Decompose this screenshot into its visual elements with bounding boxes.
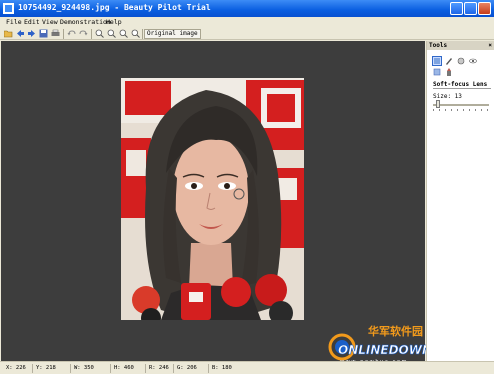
- watermark-brand: ONLINEDOWN: [338, 343, 432, 357]
- status-divider: [32, 364, 33, 373]
- tools-panel: Tools × Soft-focus Lens Size: 13: [426, 41, 494, 361]
- status-divider: [173, 364, 174, 373]
- open-icon[interactable]: [4, 29, 13, 38]
- zoom-out-icon[interactable]: [107, 29, 116, 38]
- brush-tool-icon[interactable]: [445, 57, 453, 65]
- app-icon: [3, 3, 14, 14]
- original-image-button[interactable]: Original image: [144, 29, 201, 39]
- tools-title: Tools: [429, 42, 448, 49]
- toolbar: Original image: [0, 28, 494, 40]
- status-divider: [208, 364, 209, 373]
- title-bar: 10754492_924498.jpg - Beauty Pilot Trial: [0, 0, 494, 17]
- status-g: G: 206: [177, 365, 197, 371]
- back-icon[interactable]: [16, 29, 25, 38]
- status-divider: [70, 364, 71, 373]
- tools-close-icon[interactable]: ×: [488, 42, 492, 49]
- status-y: Y: 218: [36, 365, 56, 371]
- menu-demonstration[interactable]: Demonstration: [60, 18, 111, 26]
- forward-icon[interactable]: [27, 29, 36, 38]
- status-h: H: 460: [114, 365, 134, 371]
- lipstick-tool-icon[interactable]: [445, 68, 453, 76]
- zoom-fit-icon[interactable]: [119, 29, 128, 38]
- status-r: R: 246: [149, 365, 169, 371]
- menu-view[interactable]: View: [42, 18, 58, 26]
- watermark-chinese: 华军软件园: [368, 324, 423, 338]
- size-slider-track[interactable]: [433, 104, 489, 106]
- zoom-actual-icon[interactable]: [131, 29, 140, 38]
- status-bar: X: 226 Y: 218 W: 350 H: 460 R: 246 G: 20…: [0, 361, 494, 374]
- toolbar-separator: [91, 29, 92, 39]
- size-slider-thumb[interactable]: [436, 100, 440, 108]
- portrait-illustration: [121, 78, 304, 320]
- maximize-button[interactable]: [464, 2, 477, 15]
- status-divider: [145, 364, 146, 373]
- soft-focus-tool-icon[interactable]: [432, 56, 442, 66]
- eye-tool-icon[interactable]: [469, 57, 477, 65]
- menu-bar: File Edit View Demonstration Help: [0, 17, 494, 28]
- size-slider-ticks: [433, 109, 489, 111]
- close-button[interactable]: [478, 2, 491, 15]
- menu-file[interactable]: File: [6, 18, 22, 26]
- soft-focus-lens-label: Soft-focus Lens: [433, 81, 488, 88]
- save-icon[interactable]: [39, 29, 48, 38]
- toolbar-separator: [142, 29, 143, 39]
- image-canvas[interactable]: 华军软件园 ONLINEDOWN w w w . n e w h u a . c…: [1, 41, 432, 365]
- status-w: W: 350: [74, 365, 94, 371]
- whiten-tool-icon[interactable]: [457, 57, 465, 65]
- tools-header: Tools ×: [427, 41, 494, 50]
- status-b: B: 180: [212, 365, 232, 371]
- minimize-button[interactable]: [450, 2, 463, 15]
- print-icon[interactable]: [51, 29, 60, 38]
- blemish-tool-icon[interactable]: [433, 68, 441, 76]
- menu-help[interactable]: Help: [106, 18, 122, 26]
- toolbar-separator: [63, 29, 64, 39]
- undo-icon[interactable]: [67, 29, 76, 38]
- menu-edit[interactable]: Edit: [24, 18, 40, 26]
- window-title: 10754492_924498.jpg - Beauty Pilot Trial: [18, 3, 211, 12]
- status-divider: [110, 364, 111, 373]
- status-x: X: 226: [6, 365, 26, 371]
- portrait-photo: [121, 78, 304, 320]
- zoom-in-icon[interactable]: [95, 29, 104, 38]
- section-divider: [433, 88, 491, 89]
- size-label: Size: 13: [433, 93, 462, 100]
- redo-icon[interactable]: [79, 29, 88, 38]
